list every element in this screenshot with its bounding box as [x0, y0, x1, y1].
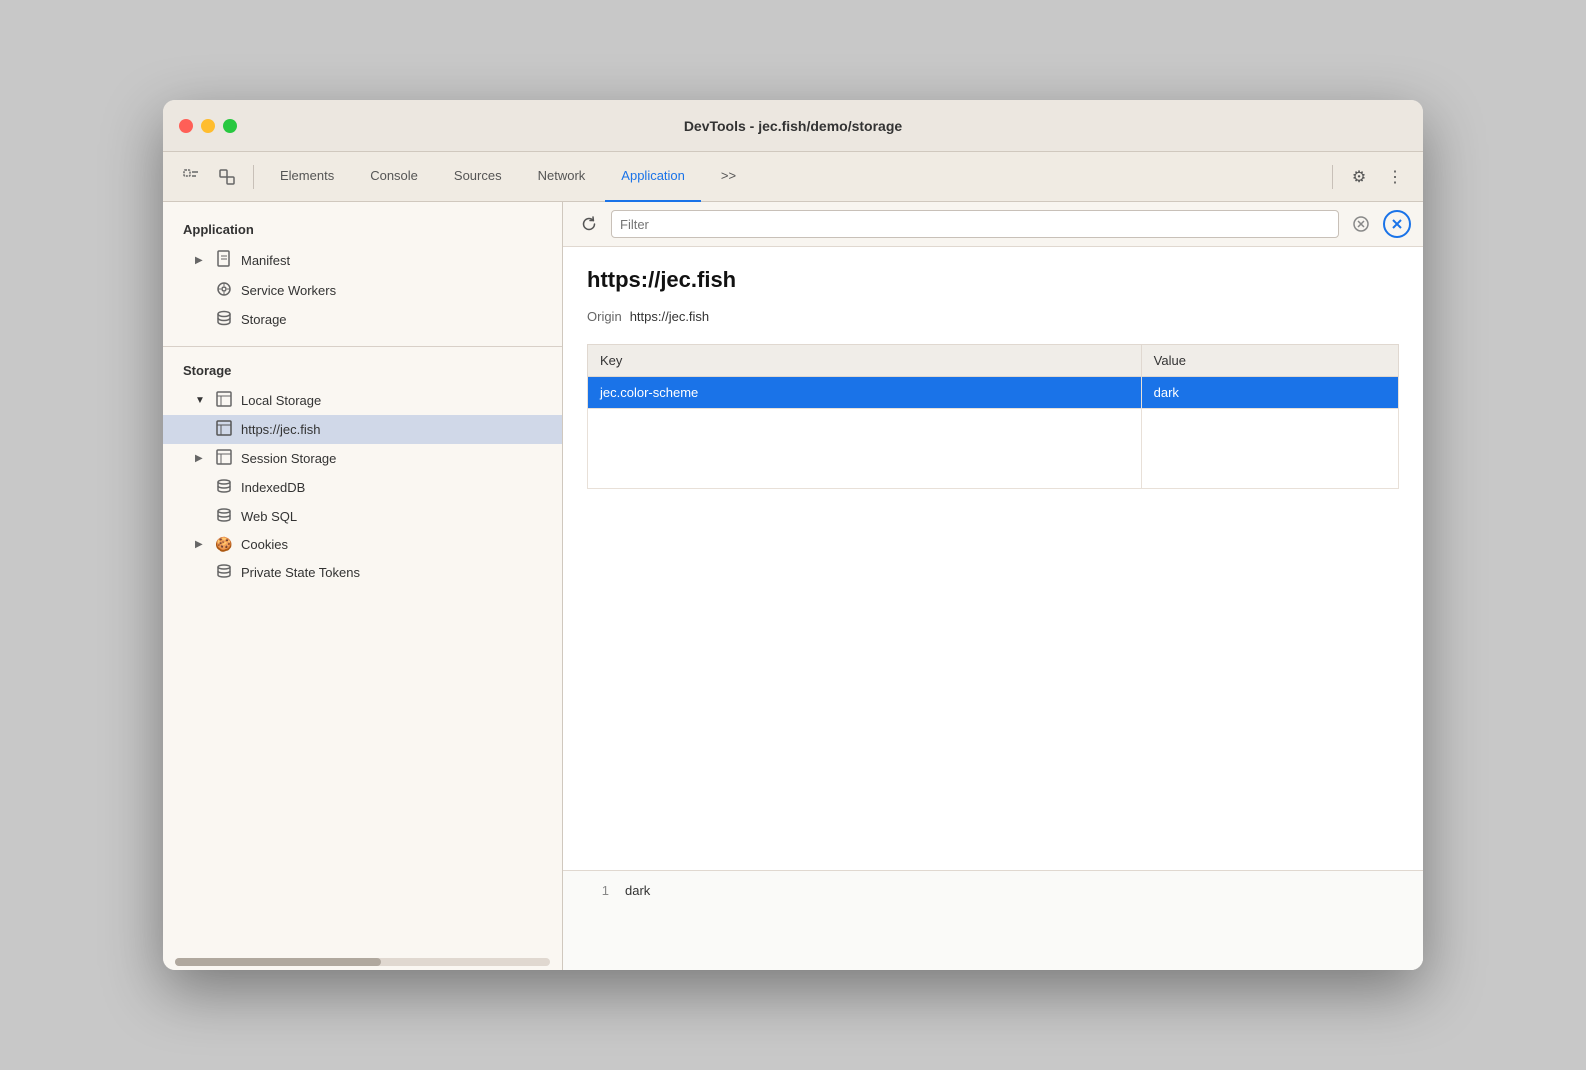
sidebar-item-manifest[interactable]: ▶ Manifest — [163, 245, 562, 276]
session-storage-arrow: ▶ — [195, 453, 207, 464]
sidebar-item-label: Manifest — [241, 253, 290, 268]
panel-content: https://jec.fish Origin https://jec.fish… — [563, 247, 1423, 870]
service-workers-icon — [215, 281, 233, 300]
cookies-arrow: ▶ — [195, 539, 207, 550]
sidebar-item-jec-fish[interactable]: https://jec.fish — [163, 415, 562, 444]
table-cell-key: jec.color-scheme — [588, 377, 1142, 409]
table-row[interactable]: jec.color-scheme dark — [588, 377, 1399, 409]
col-header-value: Value — [1141, 345, 1398, 377]
devtools-window: DevTools - jec.fish/demo/storage Element… — [163, 100, 1423, 970]
main-panel: https://jec.fish Origin https://jec.fish… — [563, 202, 1423, 970]
tab-more[interactable]: >> — [705, 152, 752, 202]
private-state-tokens-icon — [215, 563, 233, 582]
tab-sources[interactable]: Sources — [438, 152, 518, 202]
cookies-icon: 🍪 — [215, 536, 233, 553]
bottom-row-num: 1 — [579, 883, 609, 898]
sidebar-item-label: Service Workers — [241, 283, 336, 298]
cursor-icon[interactable] — [175, 161, 207, 193]
bottom-row-value: dark — [625, 883, 650, 898]
sidebar-scrollbar-thumb — [175, 958, 381, 966]
sidebar-item-label: Session Storage — [241, 451, 336, 466]
minimize-button[interactable] — [201, 119, 215, 133]
clear-filter-button[interactable] — [1347, 210, 1375, 238]
storage-table: Key Value jec.color-scheme dark — [587, 344, 1399, 489]
table-row-empty — [588, 409, 1399, 489]
origin-title: https://jec.fish — [587, 267, 1399, 293]
origin-label: Origin — [587, 309, 622, 324]
toolbar-right: ⚙ ⋮ — [1326, 161, 1411, 193]
toolbar-divider-1 — [253, 165, 254, 189]
session-storage-icon — [215, 449, 233, 468]
web-sql-icon — [215, 507, 233, 526]
app-section-title: Application — [163, 218, 562, 245]
sidebar-item-label: Private State Tokens — [241, 565, 360, 580]
local-storage-icon — [215, 391, 233, 410]
sidebar-item-label: Local Storage — [241, 393, 321, 408]
sidebar-item-label: https://jec.fish — [241, 422, 320, 437]
toolbar-divider-2 — [1332, 165, 1333, 189]
sidebar-item-cookies[interactable]: ▶ 🍪 Cookies — [163, 531, 562, 558]
origin-row: Origin https://jec.fish — [587, 309, 1399, 324]
local-storage-sub-icon — [215, 420, 233, 439]
sidebar-item-web-sql[interactable]: Web SQL — [163, 502, 562, 531]
sidebar-item-indexed-db[interactable]: IndexedDB — [163, 473, 562, 502]
sidebar-item-label: Cookies — [241, 537, 288, 552]
filter-input[interactable] — [611, 210, 1339, 238]
main-content: Application ▶ Manifest — [163, 202, 1423, 970]
tab-application[interactable]: Application — [605, 152, 701, 202]
delete-all-button[interactable] — [1383, 210, 1411, 238]
empty-cell-2 — [1141, 409, 1398, 489]
manifest-icon — [215, 250, 233, 271]
sidebar: Application ▶ Manifest — [163, 202, 563, 970]
more-options-icon[interactable]: ⋮ — [1379, 161, 1411, 193]
settings-icon[interactable]: ⚙ — [1343, 161, 1375, 193]
sidebar-item-session-storage[interactable]: ▶ Session Storage — [163, 444, 562, 473]
maximize-button[interactable] — [223, 119, 237, 133]
indexed-db-icon — [215, 478, 233, 497]
bottom-panel: 1 dark — [563, 870, 1423, 970]
empty-cell-1 — [588, 409, 1142, 489]
sidebar-item-label: Web SQL — [241, 509, 297, 524]
refresh-button[interactable] — [575, 210, 603, 238]
local-storage-arrow: ▼ — [195, 395, 207, 406]
sidebar-item-service-workers[interactable]: Service Workers — [163, 276, 562, 305]
sidebar-item-label: IndexedDB — [241, 480, 305, 495]
origin-value: https://jec.fish — [630, 309, 709, 324]
sidebar-scrollbar-track[interactable] — [175, 958, 550, 966]
devtools-toolbar: Elements Console Sources Network Applica… — [163, 152, 1423, 202]
sidebar-item-storage-app[interactable]: Storage — [163, 305, 562, 334]
storage-app-icon — [215, 310, 233, 329]
inspect-icon[interactable] — [211, 161, 243, 193]
sidebar-item-private-state-tokens[interactable]: Private State Tokens — [163, 558, 562, 587]
panel-toolbar — [563, 202, 1423, 247]
tab-network[interactable]: Network — [522, 152, 602, 202]
sidebar-item-label: Storage — [241, 312, 287, 327]
close-button[interactable] — [179, 119, 193, 133]
storage-section-title: Storage — [163, 359, 562, 386]
window-title: DevTools - jec.fish/demo/storage — [684, 118, 902, 134]
table-cell-value: dark — [1141, 377, 1398, 409]
bottom-row: 1 dark — [579, 883, 1407, 898]
tab-console[interactable]: Console — [354, 152, 434, 202]
col-header-key: Key — [588, 345, 1142, 377]
title-bar: DevTools - jec.fish/demo/storage — [163, 100, 1423, 152]
manifest-arrow: ▶ — [195, 255, 207, 266]
sidebar-item-local-storage[interactable]: ▼ Local Storage — [163, 386, 562, 415]
tab-elements[interactable]: Elements — [264, 152, 350, 202]
sidebar-separator-1 — [163, 346, 562, 347]
traffic-lights — [179, 119, 237, 133]
